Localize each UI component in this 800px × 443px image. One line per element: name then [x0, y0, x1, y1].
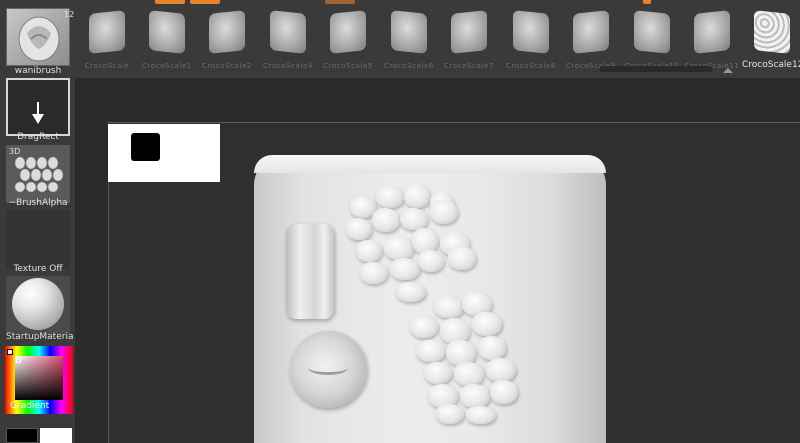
- texture-thumbnail: [6, 210, 70, 268]
- brush-strip-label: CrocoScale: [84, 62, 130, 70]
- brush-thumbnail-icon: [149, 10, 185, 54]
- scale-bump: [418, 250, 444, 272]
- scale-bump: [448, 246, 476, 270]
- brush-strip-item[interactable]: CrocoScale12: [742, 6, 800, 72]
- material-sphere-icon: [12, 278, 64, 330]
- brush-count-badge: 12: [64, 10, 75, 19]
- brush-strip-item[interactable]: CrocoScale4: [258, 6, 318, 72]
- brush-strip-item[interactable]: CrocoScale8: [501, 6, 561, 72]
- brush-label: wanibrush: [14, 66, 62, 76]
- brush-strip-item[interactable]: CrocoScale: [77, 6, 137, 72]
- scale-bump: [434, 296, 464, 318]
- left-shelf: 12 wanibrush DragRect 3D ~BrushAlpha Tex…: [0, 0, 75, 443]
- brush-strip-label: CrocoScale2: [202, 62, 252, 70]
- brush-thumbnail-icon: [391, 10, 427, 54]
- hue-marker[interactable]: [7, 349, 13, 355]
- brush-thumbnail-icon: [573, 10, 609, 54]
- brush-strip-item[interactable]: CrocoScale1: [137, 6, 197, 72]
- scale-bump: [454, 362, 484, 386]
- scale-bump: [416, 340, 446, 362]
- scale-bump: [490, 380, 518, 404]
- scale-bump: [346, 218, 372, 240]
- scale-bump: [404, 184, 430, 208]
- brush-strip-item[interactable]: CrocoScale10: [622, 6, 682, 72]
- brush-strip-label: CrocoScale12: [742, 60, 800, 70]
- stroke-thumbnail: [6, 78, 70, 136]
- scale-bump: [466, 406, 496, 424]
- brush-strip-label: CrocoScale1: [142, 62, 192, 70]
- brush-strip-label: CrocoScale6: [384, 62, 434, 70]
- brush-thumbnail-icon: [89, 10, 125, 54]
- brush-thumbnail-icon: [270, 10, 306, 54]
- brush-strip-label: CrocoScale7: [444, 62, 494, 70]
- brush-strip-item[interactable]: CrocoScale2: [197, 6, 257, 72]
- scale-bump: [436, 404, 464, 424]
- strip-scrollbar[interactable]: [600, 66, 712, 72]
- scale-bump: [356, 240, 382, 262]
- brush-thumbnail-icon: [330, 10, 366, 54]
- scale-bump: [400, 208, 428, 230]
- scale-bump: [396, 282, 426, 302]
- brush-thumbnail-icon: [451, 10, 487, 54]
- color-marker[interactable]: [16, 358, 21, 363]
- alpha-label: ~BrushAlpha: [8, 198, 68, 208]
- scale-bump: [360, 262, 388, 284]
- brush-strip-item[interactable]: CrocoScale5: [318, 6, 378, 72]
- brush-strip-item[interactable]: CrocoScale11: [682, 6, 742, 72]
- round-scale-relief: [290, 331, 367, 408]
- saturation-value-area[interactable]: [15, 356, 63, 400]
- brush-thumbnail-icon: [694, 10, 730, 54]
- scale-bump: [424, 362, 452, 384]
- scale-bump: [430, 200, 458, 224]
- material-label: StartupMateria: [6, 332, 74, 342]
- top-button-4[interactable]: [643, 0, 651, 4]
- scale-bump: [410, 316, 438, 338]
- scale-bump: [460, 384, 490, 408]
- alpha-3d-badge: 3D: [9, 147, 21, 156]
- brush-strip-label: CrocoScale5: [323, 62, 373, 70]
- secondary-color-swatch[interactable]: [40, 428, 72, 443]
- brush-strip-item[interactable]: CrocoScale9: [561, 6, 621, 72]
- navigator-thumb: [131, 133, 160, 161]
- top-button-2[interactable]: [190, 0, 220, 4]
- relief-groove: [308, 361, 348, 375]
- color-picker[interactable]: Gradient: [5, 346, 73, 414]
- brush-thumbnail-icon: [513, 10, 549, 54]
- scale-bump: [384, 236, 414, 260]
- brush-palette-strip: CrocoScale CrocoScale1 CrocoScale2 CrocoSca…: [75, 0, 800, 78]
- top-button-3[interactable]: [325, 0, 355, 4]
- brush-strip-item[interactable]: CrocoScale7: [439, 6, 499, 72]
- texture-label: Texture Off: [13, 264, 63, 274]
- drag-arrow-icon: [32, 102, 44, 124]
- wanibrush-icon: [18, 16, 60, 62]
- brush-thumbnail-icon: [634, 10, 670, 54]
- scale-bump: [372, 208, 400, 232]
- brush-thumbnail-icon: [754, 10, 790, 54]
- navigator-preview[interactable]: [108, 124, 220, 182]
- scale-bump: [472, 312, 502, 336]
- scale-bump: [478, 336, 506, 360]
- stroke-label: DragRect: [17, 132, 59, 142]
- brush-strip-label: CrocoScale4: [263, 62, 313, 70]
- elongated-scale-relief: [286, 224, 334, 319]
- scale-bump: [376, 186, 404, 208]
- gradient-label: Gradient: [10, 401, 50, 411]
- scale-bump: [486, 358, 516, 382]
- material-thumbnail: [6, 276, 70, 334]
- top-button-1[interactable]: [155, 0, 185, 4]
- strip-scroll-up-icon[interactable]: [723, 68, 733, 73]
- brush-thumbnail: [6, 8, 70, 66]
- brush-thumbnail-icon: [209, 10, 245, 54]
- main-color-swatch[interactable]: [6, 428, 38, 443]
- scale-bump: [390, 258, 420, 280]
- brush-strip-item[interactable]: CrocoScale6: [379, 6, 439, 72]
- brush-strip-label: CrocoScale8: [506, 62, 556, 70]
- cylinder-top-rim: [254, 155, 606, 173]
